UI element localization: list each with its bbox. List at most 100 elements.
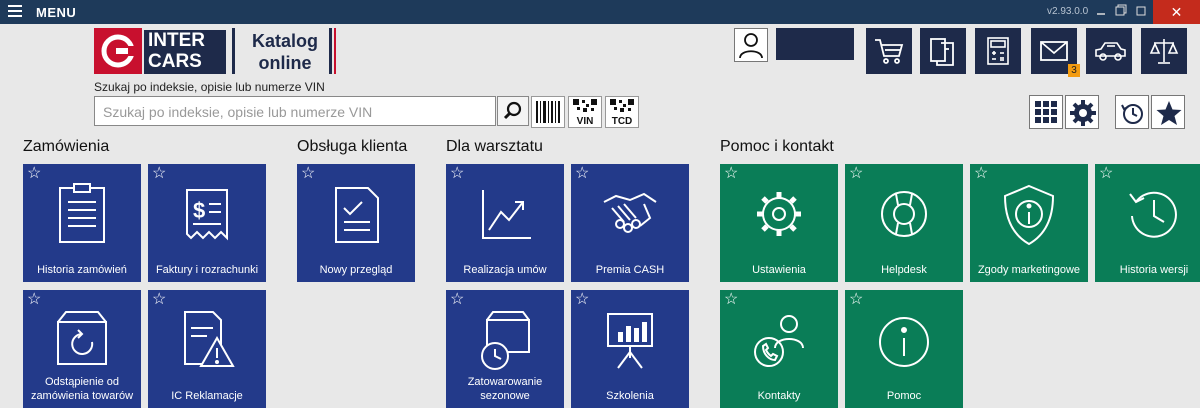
scales-icon (1149, 39, 1179, 64)
tile-settings[interactable]: ☆ Ustawienia (720, 164, 838, 282)
history-icon (1129, 191, 1177, 238)
cart-icon (875, 39, 904, 64)
favorite-star-icon[interactable]: ☆ (152, 166, 166, 182)
tile-label: Historia wersji (1119, 264, 1189, 276)
tile-order-withdrawal[interactable]: ☆ Odstąpienie od zamówienia towarów (23, 290, 141, 408)
document-warning-icon (184, 311, 235, 367)
tile-label: Helpdesk (881, 264, 927, 276)
tile-help[interactable]: ☆ Pomoc (845, 290, 963, 408)
tile-contracts[interactable]: ☆ Realizacja umów (446, 164, 564, 282)
cart-button[interactable] (866, 28, 912, 74)
search-label: Szukaj po indeksie, opisie lub numerze V… (94, 80, 325, 94)
settings-button[interactable] (1065, 95, 1099, 129)
tile-contacts[interactable]: ☆ Kontakty (720, 290, 838, 408)
barcode-icon (536, 101, 560, 123)
checklist-icon (335, 187, 379, 243)
search-button[interactable] (497, 96, 529, 126)
catalog-divider-accent (334, 28, 336, 74)
favorite-star-icon[interactable]: ☆ (301, 166, 315, 182)
tile-label: Pomoc (886, 390, 922, 402)
tile-label-line2: zamówienia towarów (30, 390, 134, 402)
favorites-button[interactable] (1151, 95, 1185, 129)
logo-line1: INTER (148, 30, 205, 51)
messages-badge: 3 (1068, 64, 1080, 77)
tile-training[interactable]: ☆ Szkolenia (571, 290, 689, 408)
restore-icon[interactable] (1110, 0, 1132, 24)
contact-phone-icon (754, 315, 804, 367)
tile-order-history[interactable]: ☆ Historia zamówień (23, 164, 141, 282)
catalog-title-line1: Katalog (252, 31, 319, 51)
svg-text:$: $ (193, 198, 205, 223)
logo-mark (94, 28, 142, 74)
info-icon (879, 317, 929, 367)
catalog-divider (329, 28, 332, 74)
favorite-star-icon[interactable]: ☆ (27, 292, 41, 308)
section-help-contact: Pomoc i kontakt (720, 138, 834, 155)
menu-label[interactable]: MENU (36, 5, 76, 20)
close-window-button[interactable]: ✕ (1153, 0, 1200, 24)
close-icon: ✕ (1170, 4, 1183, 20)
barcode-scan-button[interactable] (531, 96, 565, 128)
legal-button[interactable] (1141, 28, 1187, 74)
calculator-icon (987, 37, 1009, 65)
tile-premium-cash[interactable]: ☆ Premia CASH (571, 164, 689, 282)
tile-label: Szkolenia (606, 390, 654, 402)
favorite-star-icon[interactable]: ☆ (575, 292, 589, 308)
favorite-star-icon[interactable]: ☆ (1099, 166, 1113, 182)
lifebuoy-icon (881, 191, 927, 237)
favorite-star-icon[interactable]: ☆ (152, 292, 166, 308)
catalog-title-line2: online (258, 53, 312, 73)
tile-label-line2: sezonowe (480, 390, 530, 402)
maximize-icon[interactable] (1130, 0, 1152, 24)
tile-label: Nowy przegląd (319, 264, 393, 276)
tile-invoices[interactable]: ☆ $ Faktury i rozrachunki (148, 164, 266, 282)
favorite-star-icon[interactable]: ☆ (27, 166, 41, 182)
favorite-star-icon[interactable]: ☆ (575, 166, 589, 182)
minimize-icon[interactable] (1090, 0, 1112, 24)
tile-ic-complaints[interactable]: ☆ IC Reklamacje (148, 290, 266, 408)
tile-marketing-consents[interactable]: ☆ Zgody marketingowe (970, 164, 1088, 282)
vin-scan-button[interactable]: VIN (568, 96, 602, 128)
tcd-label: TCD (611, 116, 633, 127)
favorite-star-icon[interactable]: ☆ (849, 166, 863, 182)
catalog-title: Katalog online (252, 30, 318, 74)
favorite-star-icon[interactable]: ☆ (849, 292, 863, 308)
hamburger-menu-icon[interactable] (8, 5, 22, 19)
tile-label: Ustawienia (752, 264, 806, 276)
vin-label: VIN (576, 116, 594, 127)
tile-helpdesk[interactable]: ☆ Helpdesk (845, 164, 963, 282)
tcd-scan-button[interactable]: TCD (605, 96, 639, 128)
car-icon (1095, 42, 1126, 61)
tiles-view-button[interactable] (1029, 95, 1063, 129)
history-icon (1121, 104, 1143, 124)
clipboard-list-icon (59, 183, 105, 243)
tile-label: Zatowarowanie (467, 376, 543, 388)
version-label: v2.93.0.0 (1047, 6, 1089, 17)
tile-version-history[interactable]: ☆ Historia wersji (1095, 164, 1200, 282)
tile-new-inspection[interactable]: ☆ Nowy przegląd (297, 164, 415, 282)
mail-icon (1040, 41, 1068, 61)
recent-button[interactable] (1115, 95, 1149, 129)
search-icon (503, 101, 522, 120)
favorite-star-icon[interactable]: ☆ (450, 292, 464, 308)
user-profile-button[interactable] (734, 28, 768, 62)
documents-icon (930, 38, 954, 66)
tile-label: Zgody marketingowe (977, 264, 1081, 276)
favorite-star-icon[interactable]: ☆ (450, 166, 464, 182)
tile-label: Faktury i rozrachunki (155, 264, 259, 276)
calculator-button[interactable] (975, 28, 1021, 74)
search-input[interactable] (101, 98, 495, 126)
vehicle-button[interactable] (1086, 28, 1132, 74)
search-box (94, 96, 496, 126)
favorite-star-icon[interactable]: ☆ (724, 166, 738, 182)
favorite-star-icon[interactable]: ☆ (724, 292, 738, 308)
tile-label: Historia zamówień (37, 264, 127, 276)
documents-button[interactable] (920, 28, 966, 74)
tile-seasonal-stocking[interactable]: ☆ Zatowarowanie sezonowe (446, 290, 564, 408)
user-name-box[interactable] (776, 28, 854, 60)
invoice-icon: $ (186, 189, 228, 241)
tile-label: Kontakty (757, 390, 801, 402)
handshake-icon (603, 192, 657, 233)
logo-line2: CARS (148, 51, 202, 72)
favorite-star-icon[interactable]: ☆ (974, 166, 988, 182)
